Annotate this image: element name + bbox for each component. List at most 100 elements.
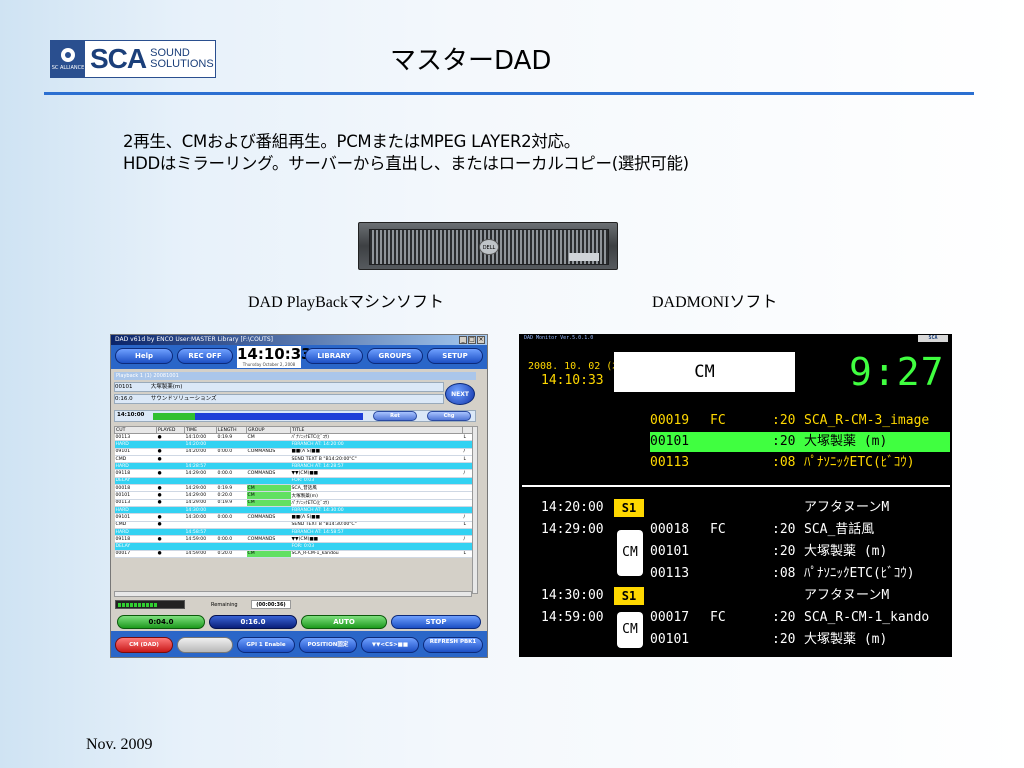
table-row[interactable]: 09101 ● 14:30:00 0:00.0 COMMANDS ■■(A S)■■ / — [114, 513, 473, 522]
monitor-titlebar: DAD Monitor Ver.5.0.1.0 SCA — [519, 334, 952, 343]
table-row[interactable]: HARD 14:20:00 FBRANCH AT: 14:20:00 — [114, 440, 473, 449]
cell-time — [184, 542, 217, 551]
table-row[interactable]: HARD 14:28:57 FBRANCH AT: 14:28:57 — [114, 462, 473, 471]
cell-title: SEND TEXT B "B14:20:00"C" — [290, 455, 463, 464]
groups-button[interactable]: GROUPS — [367, 348, 423, 364]
monitor-window: DAD Monitor Ver.5.0.1.0 SCA 2008. 10. 02… — [519, 334, 952, 657]
cell-f: / — [462, 469, 473, 478]
column-header[interactable]: CUT — [114, 426, 157, 434]
table-row[interactable]: 09118 ● 14:29:00 0:00.0 COMMANDS ▼▼(CM)■■ / — [114, 469, 473, 478]
refresh-pbk1-button[interactable]: REFRESH PBK1 — [423, 637, 483, 653]
setup-button[interactable]: SETUP — [427, 348, 483, 364]
cell-played: ● — [156, 469, 185, 478]
upcoming-row-2: 00101:20 大塚製薬 (m) — [650, 432, 950, 452]
table-row[interactable]: 00018 ● 14:29:00 0:19.9 CM SCA_昔話風 — [114, 484, 473, 493]
cell-cut: 09101 — [114, 513, 157, 522]
cell-group: COMMANDS — [246, 513, 291, 522]
cell-played: ● — [156, 521, 185, 529]
close-icon[interactable]: × — [477, 336, 485, 344]
table-row[interactable]: CMD ● SEND TEXT B "B14:20:00"C" L — [114, 455, 473, 464]
cell-cut: CMD — [114, 521, 157, 529]
table-row[interactable]: 09118 ● 14:59:00 0:00.0 COMMANDS ▼▼(CM)■■ / — [114, 535, 473, 544]
cell-group: COMMANDS — [246, 448, 291, 456]
cell-length — [216, 440, 247, 449]
cell-length: 0:00.0 — [216, 469, 247, 478]
gpi-enable-button[interactable]: GPI 1 Enable — [237, 637, 295, 653]
cm-dad-button[interactable]: CM (DAD) — [115, 637, 173, 653]
table-row[interactable]: CMD ● SEND TEXT B "B14:30:00"C" L — [114, 521, 473, 529]
column-header[interactable]: TITLE — [290, 426, 463, 434]
time-button-1[interactable]: 0:04.0 — [117, 615, 205, 629]
cell-played — [156, 528, 185, 537]
table-row[interactable]: 09101 ● 14:20:00 0:00.0 COMMANDS ■■(A S)■■ / — [114, 448, 473, 456]
column-header[interactable]: LENGTH — [216, 426, 247, 434]
column-header[interactable] — [462, 426, 473, 434]
stop-button[interactable]: STOP — [391, 615, 481, 629]
table-row[interactable]: HARD 14:58:57 FBRANCH AT: 14:58:57 — [114, 528, 473, 537]
monitor-logo: SCA — [918, 335, 948, 342]
minimize-icon[interactable]: _ — [459, 336, 467, 344]
table-row[interactable]: 00101 ● 14:29:00 0:20.0 CM 大塚製薬(m) — [114, 491, 473, 500]
column-header[interactable]: PLAYED — [156, 426, 185, 434]
playback-window: DAD v61d by ENCO User:MASTER Library [F:… — [110, 334, 488, 658]
cs-button[interactable]: ▼▼<CS>■■ — [361, 637, 419, 653]
position-button[interactable]: POSITION固定 — [299, 637, 357, 653]
progress-bar-elapsed — [153, 413, 195, 420]
cell-group: CM — [246, 499, 291, 507]
table-row[interactable]: 00113 ● 14:29:00 0:19.9 CM ﾊﾟﾅｿﾆｯｸETC(ﾋﾞｺｳ) — [114, 499, 473, 507]
cell-f — [462, 477, 473, 486]
cut-name: 大塚製薬(m) — [150, 384, 183, 390]
next-button[interactable]: NEXT — [445, 383, 475, 405]
current-item-box: CM — [614, 352, 795, 392]
cell-time: 14:20:00 — [184, 448, 217, 456]
maximize-icon[interactable]: □ — [468, 336, 476, 344]
time-code: 14:10:00 — [117, 412, 145, 418]
cell-cut: 09118 — [114, 535, 157, 544]
playback-list-label: Playback 1 (1) 20081001 — [114, 372, 476, 380]
title-divider — [44, 92, 974, 95]
cell-time: 14:59:00 — [184, 535, 217, 544]
table-row[interactable]: DELAY FOR: 0:03 — [114, 477, 473, 486]
column-header[interactable]: TIME — [184, 426, 217, 434]
cell-title: SCA_R-CM-1_kandou — [290, 550, 463, 559]
library-button[interactable]: LIBRARY — [305, 348, 363, 364]
cell-time — [184, 521, 217, 529]
schedule-cm-row-4: 00017 FC:20 SCA_R-CM-1_kando — [650, 610, 930, 625]
cell-length: 0:00.0 — [216, 513, 247, 522]
auto-button[interactable]: AUTO — [301, 615, 387, 629]
cell-played: ● — [156, 455, 185, 464]
cell-f — [462, 462, 473, 471]
cell-length — [216, 528, 247, 537]
cell-group: CM — [246, 484, 291, 493]
cell-length: 0:19.9 — [216, 484, 247, 493]
playlist-hscrollbar[interactable] — [114, 591, 472, 597]
cell-played — [156, 506, 185, 515]
column-header[interactable]: GROUP — [246, 426, 291, 434]
cell-group — [246, 542, 291, 551]
ret-button[interactable]: Ret — [373, 411, 417, 421]
monitor-divider — [522, 485, 950, 487]
cell-group — [246, 506, 291, 515]
chg-button[interactable]: Chg — [427, 411, 471, 421]
cell-time: 14:29:00 — [184, 484, 217, 493]
progress-panel: 14:10:00 — [114, 410, 476, 422]
time-button-2[interactable]: 0:16.0 — [209, 615, 297, 629]
cell-group: CM — [246, 550, 291, 559]
cell-length: 0:00.0 — [216, 535, 247, 544]
cell-length — [216, 521, 247, 529]
cell-length: 0:19.9 — [216, 433, 247, 442]
cell-cut: 09118 — [114, 469, 157, 478]
cell-length — [216, 542, 247, 551]
blank-button[interactable] — [177, 637, 233, 653]
rec-off-button[interactable]: REC OFF — [177, 348, 233, 364]
table-row[interactable]: 00017 ● 14:59:00 0:20.0 CM SCA_R-CM-1_kandou L — [114, 550, 473, 559]
playlist-scrollbar[interactable] — [472, 426, 478, 594]
cell-time — [184, 455, 217, 464]
cell-title: ﾊﾟﾅｿﾆｯｸETC(ﾋﾞｺｳ) — [290, 433, 463, 442]
slide-description: 2再生、CMおよび番組再生。PCMまたはMPEG LAYER2対応。 HDDはミ… — [123, 131, 689, 175]
cell-played: ● — [156, 550, 185, 559]
help-button[interactable]: Help — [115, 348, 173, 364]
table-row[interactable]: 00113 ● 14:10:00 0:19.9 CM ﾊﾟﾅｿﾆｯｸETC(ﾋﾞｺｳ) L — [114, 433, 473, 442]
table-row[interactable]: DELAY FOR: 0:03 — [114, 542, 473, 551]
table-row[interactable]: HARD 14:30:00 FBRANCH AT: 14:30:00 — [114, 506, 473, 515]
